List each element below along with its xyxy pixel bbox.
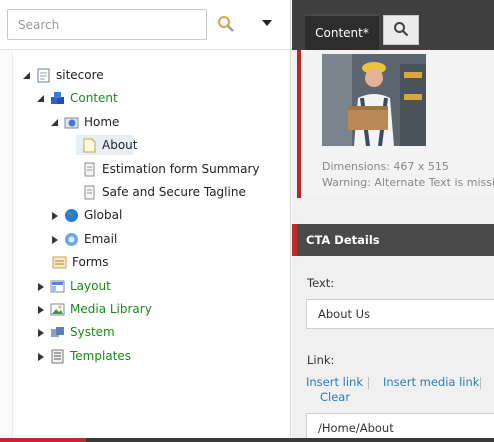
tree-label: Content <box>70 91 118 105</box>
tree-gutter <box>0 50 13 442</box>
expanded-arrow-icon[interactable] <box>22 70 32 80</box>
image-dimensions: Dimensions: 467 x 515 <box>322 160 449 173</box>
text-field-value: About Us <box>318 307 371 321</box>
search-icon[interactable] <box>216 14 236 34</box>
search-icon <box>393 21 409 40</box>
collapsed-arrow-icon[interactable] <box>36 351 46 361</box>
tree-label: Layout <box>70 279 111 293</box>
tree-item-forms[interactable]: Forms <box>52 252 108 272</box>
content-cubes-icon <box>50 91 65 106</box>
bottom-accent-bar <box>0 438 86 442</box>
tree-label: Forms <box>72 255 109 269</box>
forms-icon <box>52 255 67 270</box>
link-separator <box>368 377 369 389</box>
bottom-bar <box>86 438 494 442</box>
link-field-value: /Home/About <box>318 421 394 435</box>
search-bar <box>0 0 290 50</box>
system-icon <box>50 325 65 340</box>
media-library-icon <box>50 302 65 317</box>
tree-label: sitecore <box>56 68 104 82</box>
link-separator <box>480 377 481 389</box>
tree-item-content[interactable]: Content <box>36 88 118 108</box>
tab-content[interactable]: Content* <box>305 14 379 50</box>
document-icon <box>82 185 97 200</box>
home-globe-icon <box>64 115 79 130</box>
document-icon <box>36 68 51 83</box>
tree-item-media-library[interactable]: Media Library <box>36 299 152 319</box>
collapsed-arrow-icon[interactable] <box>36 281 46 291</box>
tree-label: Email <box>84 232 118 246</box>
tree-item-layout[interactable]: Layout <box>36 276 111 296</box>
tree-label: Global <box>84 208 123 222</box>
clear-link-button[interactable]: Clear <box>320 390 350 404</box>
tree-label: Templates <box>70 349 132 363</box>
chevron-down-icon[interactable] <box>260 17 274 29</box>
image-warning: Warning: Alternate Text is missing. <box>322 176 494 189</box>
text-field-input[interactable]: About Us <box>306 299 494 329</box>
globe-icon <box>64 208 79 223</box>
image-field-panel: Dimensions: 467 x 515 Warning: Alternate… <box>297 50 494 198</box>
text-field-label: Text: <box>307 276 335 290</box>
editor-tab-bar: Content* <box>292 0 494 50</box>
search-input[interactable] <box>7 9 207 40</box>
tree-item-about[interactable]: About <box>82 135 137 155</box>
image-thumbnail[interactable] <box>322 54 426 146</box>
collapsed-arrow-icon[interactable] <box>50 210 60 220</box>
tree-item-email[interactable]: Email <box>50 229 117 249</box>
tree-item-global[interactable]: Global <box>50 205 122 225</box>
tree-item-templates[interactable]: Templates <box>36 346 131 366</box>
collapsed-arrow-icon[interactable] <box>36 304 46 314</box>
tree-item-safe-and-secure-tagline[interactable]: Safe and Secure Tagline <box>82 182 246 202</box>
expanded-arrow-icon[interactable] <box>36 93 46 103</box>
tree-label: About <box>102 138 138 152</box>
tree-label: Media Library <box>70 302 152 316</box>
tree-label: System <box>70 325 115 339</box>
page-icon <box>82 138 97 153</box>
tab-label: Content* <box>315 26 369 40</box>
search-tab-button[interactable] <box>383 15 419 45</box>
section-title: CTA Details <box>306 233 380 247</box>
templates-icon <box>50 349 65 364</box>
section-header-cta-details[interactable]: CTA Details <box>292 224 494 256</box>
layout-icon <box>50 279 65 294</box>
collapsed-arrow-icon[interactable] <box>36 327 46 337</box>
tree-item-system[interactable]: System <box>36 322 115 342</box>
insert-media-link-button[interactable]: Insert media link <box>383 375 479 389</box>
expanded-arrow-icon[interactable] <box>50 117 60 127</box>
tree-label: Home <box>84 115 120 129</box>
content-tree-pane: sitecore Content Home About Estimation f… <box>0 0 291 442</box>
collapsed-arrow-icon[interactable] <box>50 234 60 244</box>
tree-item-sitecore[interactable]: sitecore <box>22 65 104 85</box>
content-editor-pane: Content* Dimensions: 467 x 515 Warning: … <box>292 0 494 442</box>
tree-label: Estimation form Summary <box>102 162 260 176</box>
document-icon <box>82 162 97 177</box>
link-field-label: Link: <box>307 353 335 367</box>
email-globe-icon <box>64 232 79 247</box>
tree-item-estimation-form-summary[interactable]: Estimation form Summary <box>82 159 260 179</box>
insert-link-button[interactable]: Insert link <box>306 375 363 389</box>
tree-item-home[interactable]: Home <box>50 112 119 132</box>
tree-label: Safe and Secure Tagline <box>102 185 246 199</box>
